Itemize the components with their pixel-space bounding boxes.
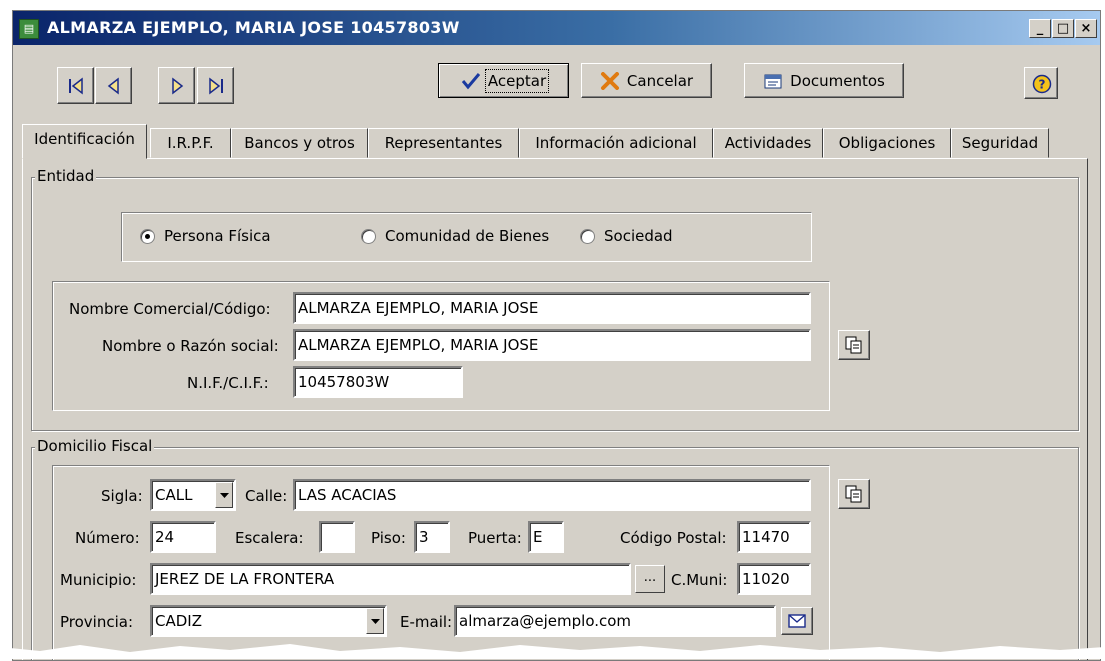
email-label: E-mail:: [400, 613, 453, 631]
close-button[interactable]: ×: [1075, 19, 1097, 38]
razon-social-input[interactable]: ALMARZA EJEMPLO, MARIA JOSE: [293, 329, 811, 361]
title-bar[interactable]: ▤ ALMARZA EJEMPLO, MARIA JOSE 10457803W …: [13, 11, 1100, 45]
cmuni-label: C.Muni:: [671, 571, 728, 589]
provincia-value: CADIZ: [155, 612, 202, 630]
accept-button[interactable]: Aceptar: [438, 63, 569, 98]
envelope-icon: [788, 614, 806, 628]
email-input[interactable]: almarza@ejemplo.com: [454, 605, 776, 637]
nombre-comercial-input[interactable]: ALMARZA EJEMPLO, MARIA JOSE: [293, 292, 811, 324]
tab-representantes[interactable]: Representantes: [368, 128, 519, 158]
chevron-down-icon: [371, 619, 380, 624]
radio-sociedad[interactable]: [580, 229, 595, 244]
tab-seguridad[interactable]: Seguridad: [951, 128, 1049, 158]
maximize-button[interactable]: □: [1052, 19, 1074, 38]
next-record-button[interactable]: [158, 67, 195, 104]
nif-label: N.I.F./C.I.F.:: [187, 374, 269, 392]
piso-input[interactable]: 3: [414, 521, 450, 553]
help-button[interactable]: ?: [1024, 67, 1058, 99]
escalera-label: Escalera:: [235, 529, 304, 547]
numero-label: Número:: [75, 529, 140, 547]
radio-comunidad-bienes-label[interactable]: Comunidad de Bienes: [385, 226, 549, 246]
previous-record-button[interactable]: [95, 67, 132, 104]
cancel-label: Cancelar: [626, 71, 694, 90]
previous-record-icon: [107, 77, 119, 95]
provincia-dropdown-button[interactable]: [366, 608, 384, 634]
sigla-value: CALL: [155, 486, 193, 504]
documents-label: Documentos: [790, 71, 885, 90]
next-record-icon: [172, 77, 184, 95]
checkmark-icon: [461, 72, 481, 89]
piso-label: Piso:: [371, 529, 406, 547]
app-icon: ▤: [19, 19, 39, 39]
client-window: ▤ ALMARZA EJEMPLO, MARIA JOSE 10457803W …: [12, 10, 1101, 661]
sigla-select[interactable]: CALL: [150, 479, 236, 511]
first-record-icon: [69, 77, 83, 95]
escalera-input[interactable]: [319, 521, 355, 553]
svg-text:?: ?: [1039, 78, 1046, 92]
calle-label: Calle:: [245, 487, 288, 505]
domicilio-legend: Domicilio Fiscal: [35, 437, 155, 455]
municipio-browse-button[interactable]: ...: [635, 565, 665, 593]
puerta-label: Puerta:: [468, 529, 522, 547]
minimize-button[interactable]: _: [1029, 19, 1051, 38]
last-record-icon: [209, 77, 223, 95]
cancel-x-icon: [600, 71, 619, 90]
municipio-input[interactable]: JEREZ DE LA FRONTERA: [150, 563, 631, 595]
radio-sociedad-label[interactable]: Sociedad: [604, 226, 673, 246]
tab-identificacion[interactable]: Identificación: [22, 124, 147, 159]
last-record-button[interactable]: [197, 67, 234, 104]
radio-persona-fisica[interactable]: [140, 229, 155, 244]
window-title: ALMARZA EJEMPLO, MARIA JOSE 10457803W: [47, 18, 460, 37]
tab-obligaciones[interactable]: Obligaciones: [823, 128, 951, 158]
nombre-comercial-label: Nombre Comercial/Código:: [69, 300, 271, 318]
help-icon: ?: [1032, 74, 1052, 94]
numero-input[interactable]: 24: [150, 521, 216, 553]
sigla-dropdown-button[interactable]: [215, 482, 233, 508]
codigo-postal-input[interactable]: 11470: [737, 521, 811, 553]
provincia-label: Provincia:: [60, 613, 134, 631]
tab-irpf[interactable]: I.R.P.F.: [150, 128, 231, 158]
municipio-label: Municipio:: [60, 571, 137, 589]
radio-persona-fisica-label[interactable]: Persona Física: [164, 226, 271, 246]
torn-edge-decoration: [0, 644, 1105, 659]
tab-bancos[interactable]: Bancos y otros: [231, 128, 368, 158]
calle-input[interactable]: LAS ACACIAS: [293, 479, 811, 511]
razon-social-label: Nombre o Razón social:: [102, 337, 279, 355]
tab-actividades[interactable]: Actividades: [713, 128, 823, 158]
puerta-input[interactable]: E: [528, 521, 564, 553]
entidad-legend: Entidad: [35, 167, 97, 185]
documents-button[interactable]: Documentos: [744, 63, 904, 98]
nif-input[interactable]: 10457803W: [293, 366, 463, 398]
tab-informacion-adicional[interactable]: Información adicional: [519, 128, 713, 158]
copy-name-button[interactable]: [838, 330, 870, 360]
documents-icon: [764, 74, 782, 88]
first-record-button[interactable]: [57, 67, 94, 104]
accept-label: Aceptar: [484, 68, 550, 93]
radio-comunidad-bienes[interactable]: [361, 229, 376, 244]
codigo-postal-label: Código Postal:: [620, 529, 727, 547]
copy-address-button[interactable]: [838, 479, 870, 509]
chevron-down-icon: [220, 493, 229, 498]
sigla-label: Sigla:: [101, 487, 143, 505]
identificacion-panel: Entidad Persona Física Comunidad de Bien…: [22, 158, 1088, 660]
cancel-button[interactable]: Cancelar: [581, 63, 712, 98]
copy-icon: [845, 485, 862, 503]
copy-icon: [845, 336, 862, 354]
cmuni-input[interactable]: 11020: [737, 563, 811, 595]
provincia-select[interactable]: CADIZ: [150, 605, 387, 637]
send-email-button[interactable]: [781, 607, 813, 635]
